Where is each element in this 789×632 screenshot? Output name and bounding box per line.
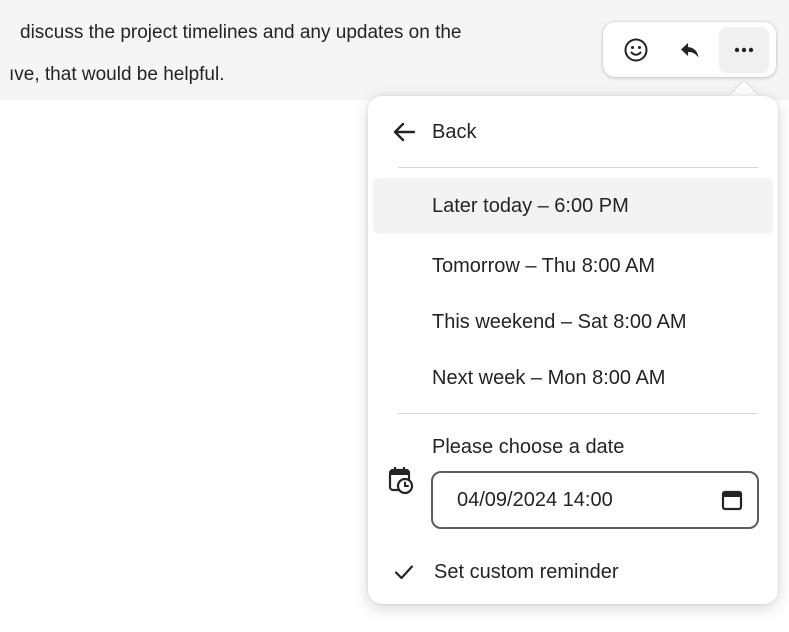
more-options-button[interactable] [719,26,769,73]
divider [398,413,758,414]
message-line-2: ıve, that would be helpful. [9,64,225,85]
option-later-today[interactable]: Later today – 6:00 PM [373,178,773,234]
divider [398,167,758,168]
arrow-left-icon [393,122,416,142]
reply-button[interactable] [665,27,715,73]
date-time-value: 04/09/2024 14:00 [457,488,613,511]
reply-icon [681,42,699,57]
react-button[interactable] [611,27,661,73]
checkmark-icon [394,565,414,580]
date-time-input[interactable]: 04/09/2024 14:00 [431,471,759,529]
chat-view: discuss the project timelines and any up… [0,0,789,632]
calendar-clock-icon [388,467,414,495]
option-this-weekend[interactable]: This weekend – Sat 8:00 AM [373,294,773,350]
message-line-1: discuss the project timelines and any up… [20,22,462,43]
custom-reminder-label: Set custom reminder [434,560,619,583]
message-actions-toolbar [603,22,776,77]
back-button[interactable]: Back [390,112,476,152]
date-prompt: Please choose a date [432,436,625,458]
emoji-smile-icon [624,38,648,61]
set-custom-reminder-option[interactable]: Set custom reminder [392,554,619,590]
calendar-picker-icon[interactable] [721,489,743,511]
remind-me-menu: Back Later today – 6:00 PM Tomorrow – Th… [368,96,778,604]
more-options-icon [734,47,754,52]
back-label: Back [432,120,477,143]
option-tomorrow[interactable]: Tomorrow – Thu 8:00 AM [373,238,773,294]
option-next-week[interactable]: Next week – Mon 8:00 AM [373,350,773,406]
